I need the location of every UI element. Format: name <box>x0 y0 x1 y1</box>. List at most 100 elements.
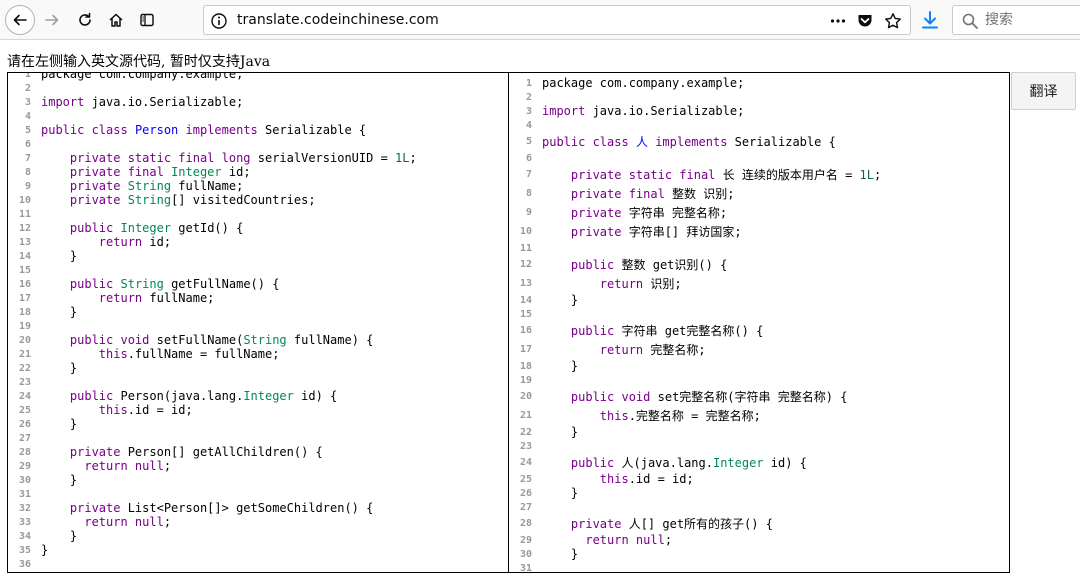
code-token: public <box>570 257 615 272</box>
code-token: public void <box>69 333 150 347</box>
code-text[interactable]: return null; <box>32 515 171 529</box>
search-input[interactable] <box>985 10 1075 30</box>
code-text[interactable]: } <box>32 249 77 263</box>
code-token: Person(java.lang. <box>113 389 244 403</box>
code-text[interactable]: return fullName; <box>32 291 215 305</box>
code-text[interactable]: private static final long serialVersionU… <box>32 151 417 165</box>
code-line: 17 return fullName; <box>8 291 508 305</box>
pocket-button[interactable] <box>856 12 874 30</box>
code-token: serialVersionUID = <box>250 151 396 165</box>
code-text[interactable]: this.完整名称 = 完整名称; <box>533 409 761 423</box>
code-text[interactable]: } <box>533 547 578 561</box>
code-text[interactable]: } <box>32 305 77 319</box>
code-line: 8 private final 整数 识别; <box>509 184 1009 203</box>
code-text[interactable]: this.id = id; <box>533 472 694 486</box>
code-text[interactable]: private 字符串[] 拜访国家; <box>533 225 742 239</box>
code-text[interactable]: } <box>533 425 578 439</box>
line-number: 10 <box>18 194 31 206</box>
code-text[interactable]: private 人[] get所有的孩子() { <box>533 517 773 531</box>
code-text[interactable]: return id; <box>32 235 171 249</box>
code-text[interactable]: public Integer getId() { <box>32 221 243 235</box>
translate-button[interactable]: 翻译 <box>1011 72 1076 110</box>
search-bar[interactable] <box>952 5 1080 35</box>
code-text[interactable]: } <box>32 473 77 487</box>
code-token: java.io.Serializable; <box>84 95 244 109</box>
code-token: } <box>41 249 78 263</box>
code-text[interactable]: public 人(java.lang.Integer id) { <box>533 456 807 470</box>
bookmark-button[interactable] <box>884 12 902 30</box>
code-text[interactable]: return null; <box>32 459 171 473</box>
code-text[interactable]: return 完整名称; <box>533 343 706 357</box>
code-text[interactable]: } <box>32 529 77 543</box>
code-text[interactable]: public void set完整名称(字符串 完整名称) { <box>533 390 848 404</box>
source-code-editor[interactable]: 1 package com.company.example; 2 3 import ja… <box>7 72 509 573</box>
code-text[interactable]: public 字符串 get完整名称() { <box>533 324 763 338</box>
code-text[interactable]: private final Integer id; <box>32 165 251 179</box>
code-text[interactable]: private final 整数 识别; <box>533 187 735 201</box>
line-number: 7 <box>525 169 532 180</box>
code-line: 27 <box>509 500 1009 514</box>
code-text[interactable]: return 识别; <box>533 277 682 291</box>
code-text[interactable]: public 整数 get识别() { <box>533 258 727 272</box>
code-line: 24 public 人(java.lang.Integer id) { <box>509 453 1009 472</box>
code-text[interactable]: package com.company.example; <box>533 76 744 90</box>
code-text[interactable]: } <box>32 417 77 431</box>
reload-button[interactable] <box>70 5 100 35</box>
line-number: 6 <box>525 152 532 164</box>
code-text[interactable]: private String[] visitedCountries; <box>32 193 316 207</box>
page-actions-button[interactable] <box>829 12 847 30</box>
downloads-button[interactable] <box>918 8 942 32</box>
code-text[interactable]: import java.io.Serializable; <box>32 95 243 109</box>
code-text[interactable]: } <box>32 361 77 375</box>
code-token: setFullName( <box>149 333 244 347</box>
line-number: 7 <box>24 152 31 164</box>
code-token: } <box>542 486 579 500</box>
sidebar-button[interactable] <box>132 5 162 35</box>
line-number: 15 <box>519 308 532 320</box>
code-text[interactable]: this.fullName = fullName; <box>32 347 280 361</box>
code-text[interactable]: private Person[] getAllChildren() { <box>32 445 323 459</box>
line-number: 34 <box>18 530 31 542</box>
home-button[interactable] <box>101 5 131 35</box>
code-text[interactable]: public void setFullName(String fullName)… <box>32 333 373 347</box>
code-token: 完整名称; <box>643 342 706 357</box>
code-text[interactable]: } <box>32 543 48 557</box>
code-text[interactable]: package com.company.example; <box>32 73 243 81</box>
code-text[interactable]: public class 人 implements Serializable { <box>533 135 836 149</box>
code-text[interactable]: } <box>533 359 578 373</box>
info-icon[interactable] <box>210 12 228 30</box>
forward-button[interactable] <box>37 5 67 35</box>
code-text[interactable]: return null; <box>533 533 672 547</box>
code-token: private <box>69 501 121 515</box>
code-text[interactable]: private String fullName; <box>32 179 243 193</box>
code-text[interactable]: } <box>533 486 578 500</box>
pocket-icon <box>858 15 872 27</box>
code-text[interactable]: private 字符串 完整名称; <box>533 206 727 220</box>
code-text[interactable]: this.id = id; <box>32 403 193 417</box>
code-text[interactable]: private List<Person[]> getSomeChildren()… <box>32 501 373 515</box>
code-token: String <box>120 277 164 291</box>
reload-icon <box>79 12 91 26</box>
sidebar-icon <box>140 13 154 27</box>
code-text[interactable]: public class Person implements Serializa… <box>32 123 366 137</box>
code-token: private <box>570 224 622 239</box>
code-text[interactable]: import java.io.Serializable; <box>533 104 744 118</box>
code-token: java.io.Serializable; <box>585 104 745 118</box>
back-button[interactable] <box>5 5 35 35</box>
code-text[interactable]: } <box>533 293 578 307</box>
translated-code-editor[interactable]: 1 package com.company.example; 2 3 import ja… <box>508 72 1010 573</box>
url-text[interactable]: translate.codeinchinese.com <box>237 12 439 28</box>
url-bar[interactable]: translate.codeinchinese.com <box>203 5 911 35</box>
code-text[interactable]: public Person(java.lang.Integer id) { <box>32 389 337 403</box>
code-text[interactable]: private static final 长 连续的版本用户名 = 1L; <box>533 168 881 182</box>
code-token: String <box>127 193 172 207</box>
code-line: 25 this.id = id; <box>509 472 1009 486</box>
code-text[interactable]: public String getFullName() { <box>32 277 280 291</box>
code-line: 23 <box>8 375 508 389</box>
